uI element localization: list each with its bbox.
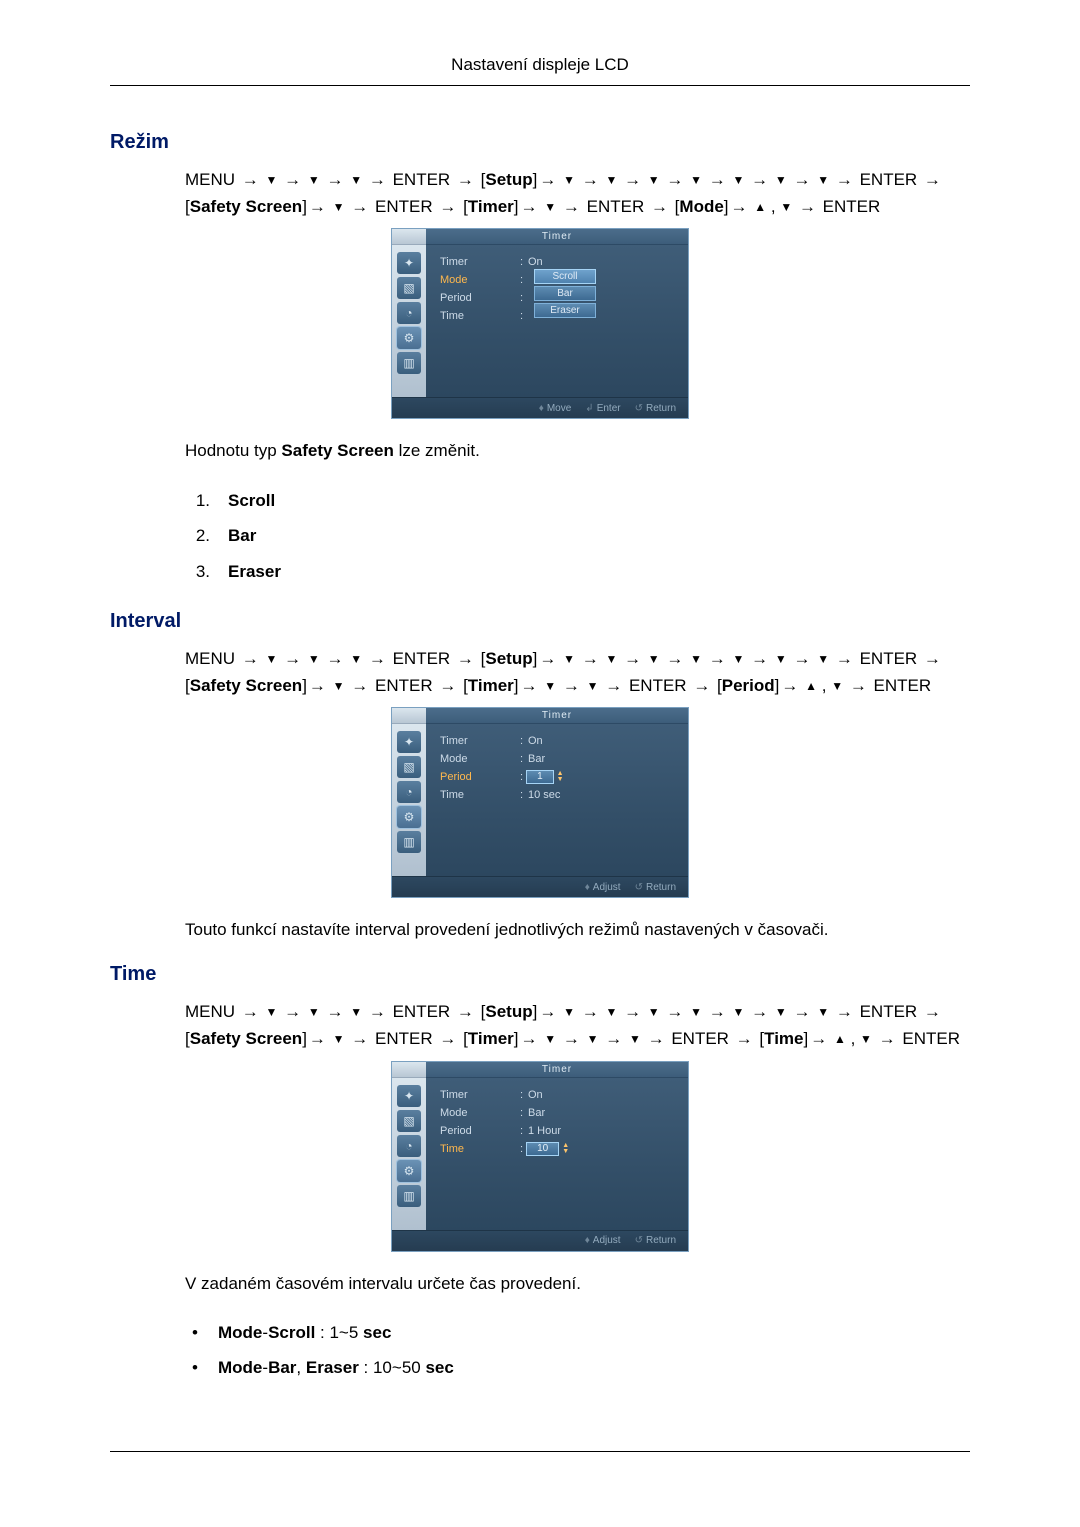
list-text: Mode-Scroll : 1~5 sec <box>218 1315 391 1351</box>
osd-panel-time: Timer ✦ ▧ ◔ ⚙ ▥ Timer:On Mode:Bar Period:1 H… <box>391 1061 689 1252</box>
osd-top-corner <box>392 1062 426 1078</box>
osd-panel-interval: Timer ✦ ▧ ◔ ⚙ ▥ Timer:On Mode:Bar Period: 1 … <box>391 707 689 898</box>
osd-sidebar-icon: ✦ <box>397 1085 421 1107</box>
osd-sidebar-icon: ◔ <box>397 302 421 324</box>
osd-sidebar-icon: ▥ <box>397 352 421 374</box>
osd-top-corner <box>392 708 426 724</box>
osd-footer: ♦Adjust ↺Return <box>392 1230 688 1251</box>
osd-main: Timer:On Mode:Bar Period: 1 ▲▼ Time:10 s… <box>426 724 688 876</box>
osd-label: Mode <box>440 1107 520 1119</box>
section-title-rezim: Režim <box>110 131 970 154</box>
osd-sidebar-icon: ✦ <box>397 252 421 274</box>
osd-sidebar-icon: ⚙ <box>397 806 421 828</box>
osd-main: Timer:On Mode: Period: Time: ScrollBarEr… <box>426 245 688 397</box>
osd-label: Period <box>440 771 520 783</box>
list-item: 2. Bar <box>190 518 970 554</box>
osd-footer-item: ↺Return <box>635 882 676 893</box>
osd-row: Timer:On <box>440 732 676 750</box>
list-text: Eraser <box>228 554 281 590</box>
list-number: 1. <box>190 483 210 519</box>
text: lze změnit. <box>394 441 480 460</box>
body-text-time: V zadaném časovém intervalu určete čas p… <box>185 1270 970 1297</box>
osd-footer-item: ♦Adjust <box>585 882 621 893</box>
osd-row: Period:1 Hour <box>440 1122 676 1140</box>
osd-label: Time <box>440 1143 520 1155</box>
osd-sidebar-icon: ▧ <box>397 277 421 299</box>
osd-sidebar-icon: ◔ <box>397 781 421 803</box>
section-title-interval: Interval <box>110 610 970 633</box>
osd-label: Period <box>440 292 520 304</box>
osd-sidebar-icon: ▥ <box>397 831 421 853</box>
osd-sidebar-icon: ▧ <box>397 1110 421 1132</box>
list-text: Scroll <box>228 483 275 519</box>
osd-row: Period: 1 ▲▼ <box>440 768 676 786</box>
osd-footer-item: ↲Enter <box>585 403 620 414</box>
osd-sidebar: ✦ ▧ ◔ ⚙ ▥ <box>392 245 426 397</box>
bullet-icon: • <box>190 1350 200 1386</box>
text-bold: Safety Screen <box>281 441 393 460</box>
osd-label: Time <box>440 310 520 322</box>
osd-number-edit: : 10 ▲▼ <box>520 1142 569 1156</box>
osd-footer-item: ♦Adjust <box>585 1235 621 1246</box>
osd-sidebar-icon: ◔ <box>397 1135 421 1157</box>
osd-top-corner <box>392 229 426 245</box>
page-header: Nastavení displeje LCD <box>110 55 970 86</box>
nav-path-rezim: MENU → ▼ → ▼ → ▼ → ENTER → [Setup]→ ▼ → … <box>185 166 970 220</box>
list-number: 2. <box>190 518 210 554</box>
list-text: Mode-Bar, Eraser : 10~50 sec <box>218 1350 454 1386</box>
osd-label: Timer <box>440 256 520 268</box>
osd-footer-item: ↺Return <box>635 403 676 414</box>
nav-path-interval: MENU → ▼ → ▼ → ▼ → ENTER → [Setup]→ ▼ → … <box>185 645 970 699</box>
body-text-rezim: Hodnotu typ Safety Screen lze změnit. <box>185 437 970 464</box>
osd-row: Mode:Bar <box>440 1104 676 1122</box>
bullet-icon: • <box>190 1315 200 1351</box>
osd-sidebar: ✦ ▧ ◔ ⚙ ▥ <box>392 724 426 876</box>
osd-row: Time:10 sec <box>440 786 676 804</box>
osd-footer: ♦Move ↲Enter ↺Return <box>392 397 688 418</box>
osd-sidebar-icon: ⚙ <box>397 327 421 349</box>
osd-title: Timer <box>426 1062 688 1078</box>
nav-path-time: MENU → ▼ → ▼ → ▼ → ENTER → [Setup]→ ▼ → … <box>185 998 970 1052</box>
list-item: 3. Eraser <box>190 554 970 590</box>
osd-main: Timer:On Mode:Bar Period:1 Hour Time: 10… <box>426 1078 688 1230</box>
osd-title: Timer <box>426 708 688 724</box>
list-item: • Mode-Scroll : 1~5 sec <box>190 1315 970 1351</box>
osd-label: Time <box>440 789 520 801</box>
body-text-interval: Touto funkcí nastavíte interval proveden… <box>185 916 970 943</box>
osd-sidebar-icon: ⚙ <box>397 1160 421 1182</box>
osd-footer-item: ♦Move <box>539 403 572 414</box>
osd-pick-list: Scroll Bar Eraser <box>534 269 596 320</box>
osd-label: Mode <box>440 274 520 286</box>
osd-pick-item: Scroll <box>534 269 596 284</box>
osd-row: Mode:Bar <box>440 750 676 768</box>
osd-label: Period <box>440 1125 520 1137</box>
osd-sidebar-icon: ▥ <box>397 1185 421 1207</box>
osd-label: Mode <box>440 753 520 765</box>
osd-footer-item: ↺Return <box>635 1235 676 1246</box>
osd-row: Timer:On <box>440 1086 676 1104</box>
bullet-list-time: • Mode-Scroll : 1~5 sec • Mode-Bar, Eras… <box>190 1315 970 1386</box>
osd-panel-rezim: Timer ✦▧◔⚙▥ Timer:On Mode: Period: Time:… <box>391 228 689 419</box>
osd-pick-item: Eraser <box>534 303 596 318</box>
osd-row: Time: 10 ▲▼ <box>440 1140 676 1158</box>
osd-number-edit: : 1 ▲▼ <box>520 770 564 784</box>
osd-title: Timer <box>426 229 688 245</box>
osd-footer: ♦Adjust ↺Return <box>392 876 688 897</box>
osd-sidebar: ✦ ▧ ◔ ⚙ ▥ <box>392 1078 426 1230</box>
text: Hodnotu typ <box>185 441 281 460</box>
osd-pick-item: Bar <box>534 286 596 301</box>
osd-sidebar-icon: ✦ <box>397 731 421 753</box>
section-title-time: Time <box>110 963 970 986</box>
footer-rule <box>110 1451 970 1452</box>
list-text: Bar <box>228 518 256 554</box>
osd-label: Timer <box>440 1089 520 1101</box>
list-item: 1. Scroll <box>190 483 970 519</box>
list-item: • Mode-Bar, Eraser : 10~50 sec <box>190 1350 970 1386</box>
ordered-list-rezim: 1. Scroll 2. Bar 3. Eraser <box>190 483 970 590</box>
list-number: 3. <box>190 554 210 590</box>
osd-label: Timer <box>440 735 520 747</box>
osd-sidebar-icon: ▧ <box>397 756 421 778</box>
